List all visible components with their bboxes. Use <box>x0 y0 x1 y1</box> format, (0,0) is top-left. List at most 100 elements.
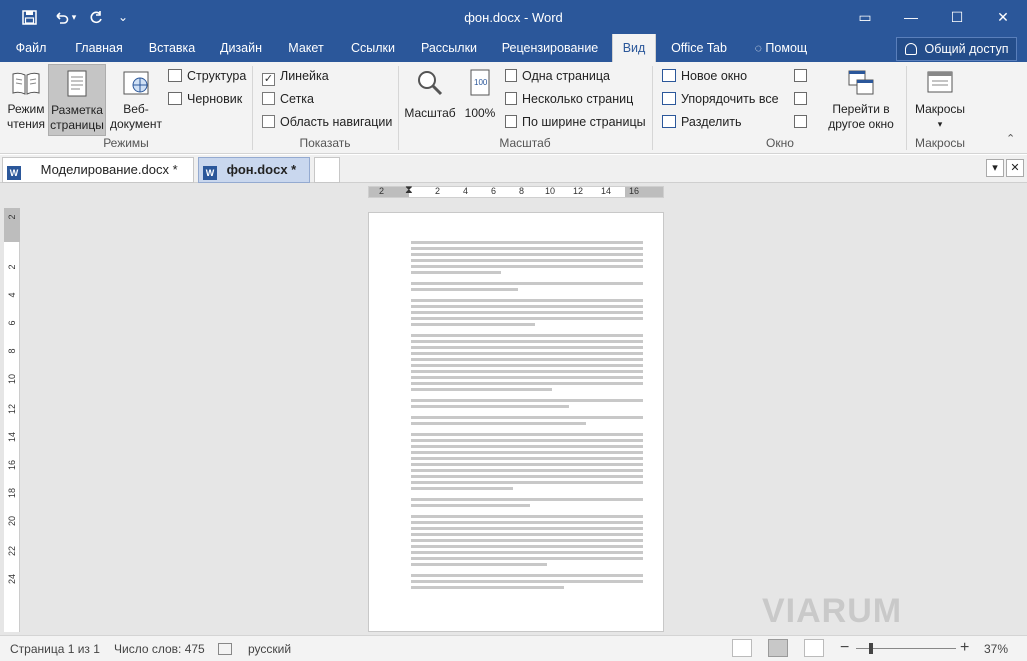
magnifier-icon <box>415 68 445 98</box>
text-line <box>411 323 535 326</box>
ruler-checkmark-icon: ✓ <box>262 73 275 86</box>
text-line <box>411 364 643 367</box>
tab-file[interactable]: Файл <box>8 34 54 62</box>
tab-review[interactable]: Рецензирование <box>494 34 606 62</box>
indent-marker-icon[interactable]: ⧗ <box>405 184 413 197</box>
zoom-100-button[interactable]: 100 100% <box>462 64 498 136</box>
nav-pane-checkbox-box <box>262 115 275 128</box>
close-document-button[interactable]: ✕ <box>1006 159 1024 177</box>
gridlines-checkbox[interactable]: Сетка <box>262 89 314 109</box>
zoom-percent[interactable]: 37% <box>984 642 1008 656</box>
status-bar: Страница 1 из 1 Число слов: 475 русский … <box>0 635 1027 661</box>
tab-office-tab[interactable]: Office Tab <box>664 34 734 62</box>
text-line <box>411 533 643 536</box>
ruler-checkbox[interactable]: ✓ Линейка <box>262 66 329 86</box>
minimize-button[interactable]: — <box>888 0 934 34</box>
ruler-tick: 2 <box>7 214 17 220</box>
view-side-by-side-button[interactable] <box>794 66 812 86</box>
read-mode-view-icon[interactable] <box>732 639 752 657</box>
macros-button[interactable]: Макросы ▾ <box>910 64 970 136</box>
one-page-icon <box>505 69 517 82</box>
text-line <box>411 253 643 256</box>
sync-scroll-button[interactable] <box>794 89 812 109</box>
tab-mailings[interactable]: Рассылки <box>414 34 484 62</box>
horizontal-ruler[interactable]: 2 ⧗ 2 4 6 8 10 12 14 16 <box>368 184 664 198</box>
outline-button[interactable]: Структура <box>168 66 246 86</box>
share-button[interactable]: Общий доступ <box>896 37 1018 61</box>
document-tabs-bar: W Моделирование.docx * W фон.docx * ✕ ▾ … <box>0 155 1027 201</box>
ruler-margin-left <box>369 187 409 197</box>
ruler-tick: 20 <box>7 516 17 527</box>
text-line <box>411 481 643 484</box>
page-count[interactable]: Страница 1 из 1 <box>10 642 100 656</box>
one-page-button[interactable]: Одна страница <box>505 66 610 86</box>
tell-me-label: Помощ <box>765 41 808 55</box>
close-button[interactable]: ✕ <box>980 0 1026 34</box>
print-layout-button[interactable]: Разметка страницы <box>48 64 106 136</box>
multiple-pages-button[interactable]: Несколько страниц <box>505 89 633 109</box>
arrange-all-button[interactable]: Упорядочить все <box>662 89 779 109</box>
ruler-tick: 12 <box>573 186 584 196</box>
ruler-tick: 12 <box>7 404 17 415</box>
print-layout-label-2: страницы <box>50 118 104 132</box>
tab-design[interactable]: Дизайн <box>212 34 270 62</box>
ruler-tick: 16 <box>7 460 17 471</box>
text-line <box>411 433 643 436</box>
tab-layout[interactable]: Макет <box>280 34 332 62</box>
language[interactable]: русский <box>248 642 291 656</box>
print-layout-view-icon[interactable] <box>768 639 788 657</box>
text-line <box>411 271 501 274</box>
ruler-tick: 8 <box>519 186 525 196</box>
ribbon-view: Режим чтения Разметка страницы Веб- доку… <box>0 62 1027 154</box>
group-label-modes: Режимы <box>103 136 149 150</box>
zoom-button[interactable]: Масштаб <box>402 64 458 136</box>
zoom-in-button[interactable]: + <box>960 639 969 657</box>
text-line <box>411 457 643 460</box>
vertical-ruler[interactable]: 2 2 4 6 8 10 12 14 16 18 20 22 24 <box>4 208 20 632</box>
nav-pane-checkbox[interactable]: Область навигации <box>262 112 392 132</box>
ribbon-display-options-button[interactable]: ▭ <box>842 0 888 34</box>
page-width-button[interactable]: По ширине страницы <box>505 112 646 132</box>
proofing-icon[interactable] <box>218 643 232 655</box>
text-line <box>411 521 643 524</box>
macros-icon <box>925 68 955 98</box>
tabs-dropdown-button[interactable]: ▾ <box>986 159 1004 177</box>
group-label-window: Окно <box>766 136 794 150</box>
new-tab-button[interactable] <box>314 157 340 183</box>
maximize-button[interactable]: ☐ <box>934 0 980 34</box>
doc-tab-modeling[interactable]: W Моделирование.docx * <box>2 157 194 183</box>
switch-windows-button[interactable]: Перейти в другое окно <box>820 64 902 136</box>
title-bar: ▾ ⌄ фон.docx - Word ▭ — ☐ ✕ <box>0 0 1027 34</box>
text-line <box>411 340 643 343</box>
draft-icon <box>168 92 182 105</box>
reset-position-button[interactable] <box>794 112 812 132</box>
draft-button[interactable]: Черновик <box>168 89 242 109</box>
multiple-pages-icon <box>505 92 517 105</box>
document-page[interactable] <box>368 212 664 632</box>
text-line <box>411 545 643 548</box>
new-window-button[interactable]: Новое окно <box>662 66 747 86</box>
collapse-ribbon-icon[interactable]: ⌃ <box>1006 132 1015 145</box>
gridlines-label: Сетка <box>280 92 314 106</box>
switch-windows-label-2: другое окно <box>828 117 894 131</box>
draft-label: Черновик <box>187 92 243 106</box>
zoom-slider-thumb[interactable] <box>869 643 873 654</box>
tab-references[interactable]: Ссылки <box>342 34 404 62</box>
tell-me-box[interactable]: ◌ Помощ <box>744 34 818 62</box>
print-layout-label-1: Разметка <box>51 103 103 117</box>
tab-home[interactable]: Главная <box>66 34 132 62</box>
ruler-tick: 24 <box>7 574 17 585</box>
word-count[interactable]: Число слов: 475 <box>114 642 205 656</box>
zoom-out-button[interactable]: − <box>840 639 849 657</box>
doc-tab-fon[interactable]: W фон.docx * ✕ <box>198 157 310 201</box>
text-line <box>411 439 643 442</box>
ruler-tick: 2 <box>435 186 441 196</box>
split-button[interactable]: Разделить <box>662 112 742 132</box>
text-line <box>411 376 643 379</box>
text-line <box>411 586 564 589</box>
tab-insert[interactable]: Вставка <box>142 34 202 62</box>
tab-view[interactable]: Вид <box>612 34 656 62</box>
read-mode-button[interactable]: Режим чтения <box>4 64 48 136</box>
web-layout-view-icon[interactable] <box>804 639 824 657</box>
web-layout-button[interactable]: Веб- документ <box>108 64 164 136</box>
